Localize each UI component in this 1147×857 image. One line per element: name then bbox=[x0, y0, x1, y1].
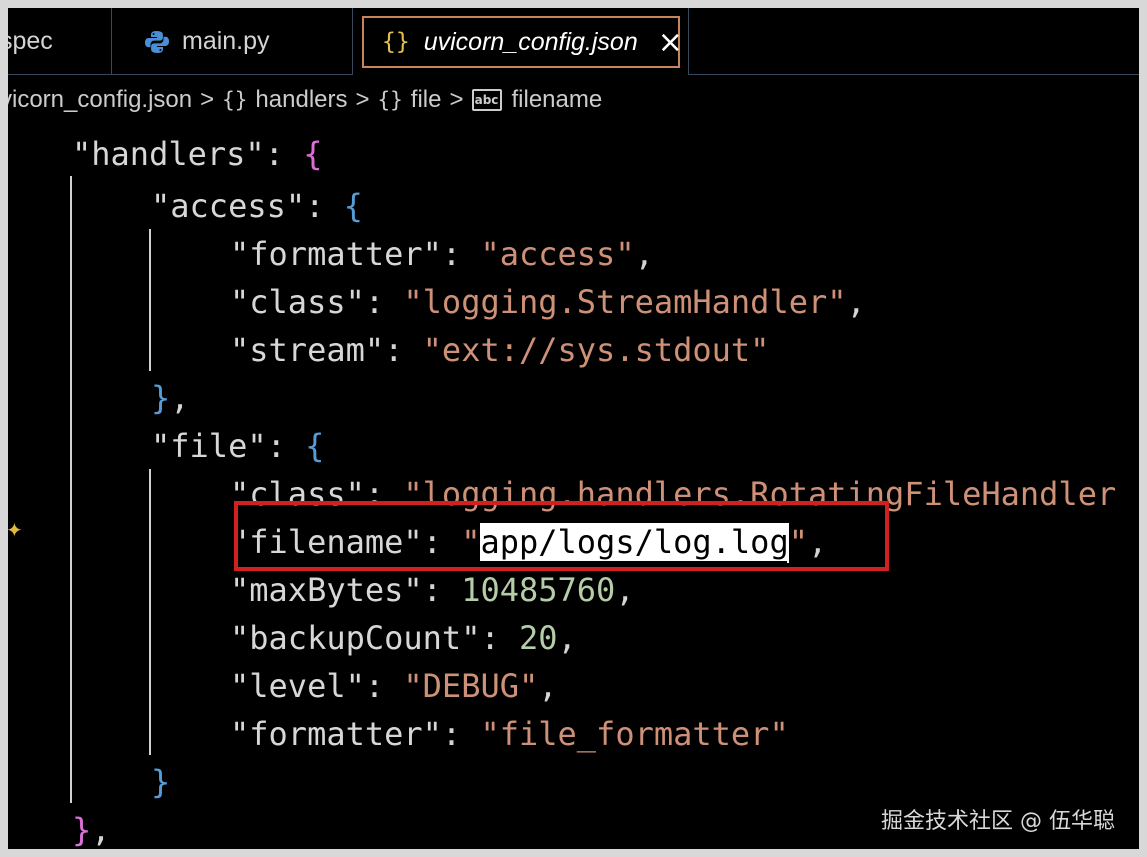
tab-bar: spec main.py {} uvicorn_config.json × bbox=[8, 8, 1139, 75]
code-line: "maxBytes": 10485760, bbox=[230, 571, 635, 609]
breadcrumb-filename[interactable]: filename bbox=[512, 86, 603, 114]
code-line: "stream": "ext://sys.stdout" bbox=[230, 331, 770, 369]
annotation-highlight-box bbox=[234, 501, 889, 571]
tab-spec[interactable]: spec bbox=[8, 8, 112, 75]
object-braces-icon: {} bbox=[377, 88, 403, 112]
editor-window: spec main.py {} uvicorn_config.json × vi… bbox=[8, 8, 1139, 849]
tab-main-py[interactable]: main.py bbox=[112, 8, 353, 75]
code-line: } bbox=[151, 763, 171, 801]
breadcrumb-file[interactable]: vicorn_config.json bbox=[8, 86, 192, 114]
tab-label: spec bbox=[8, 27, 53, 55]
tab-bar-divider bbox=[8, 74, 353, 75]
code-line: "handlers": { bbox=[72, 135, 323, 173]
json-braces-icon: {} bbox=[382, 29, 410, 55]
tab-label: uvicorn_config.json bbox=[423, 27, 638, 56]
code-line: }, bbox=[72, 811, 111, 849]
object-braces-icon: {} bbox=[222, 88, 248, 112]
indent-guide bbox=[149, 229, 151, 371]
tab-uvicorn-config-json[interactable]: {} uvicorn_config.json × bbox=[362, 16, 683, 68]
code-line: "formatter": "file_formatter" bbox=[230, 715, 789, 753]
string-property-icon: abc bbox=[471, 89, 502, 111]
indent-guide bbox=[149, 469, 151, 755]
watermark: 掘金技术社区 @ 伍华聪 bbox=[881, 809, 1115, 834]
breadcrumb: vicorn_config.json > {} handlers > {} fi… bbox=[8, 78, 1139, 122]
tab-bar-divider bbox=[689, 74, 1139, 75]
code-editor[interactable]: "handlers": { "access": { "formatter": "… bbox=[8, 123, 1139, 849]
chevron-right-icon: > bbox=[355, 86, 370, 113]
code-line: "level": "DEBUG", bbox=[230, 667, 558, 705]
indent-guide bbox=[70, 176, 72, 803]
breadcrumb-file-node[interactable]: file bbox=[411, 86, 442, 114]
code-line: "access": { bbox=[151, 187, 363, 225]
code-line: }, bbox=[151, 379, 190, 417]
code-line: "file": { bbox=[151, 427, 325, 465]
chevron-right-icon: > bbox=[200, 86, 215, 113]
python-icon bbox=[144, 29, 170, 55]
close-icon[interactable]: × bbox=[658, 25, 683, 60]
chevron-right-icon: > bbox=[449, 86, 464, 113]
code-line: "formatter": "access", bbox=[230, 235, 654, 273]
code-line: "class": "logging.StreamHandler", bbox=[230, 283, 866, 321]
breadcrumb-handlers[interactable]: handlers bbox=[255, 86, 347, 114]
sparkle-icon[interactable]: ✦ bbox=[8, 518, 23, 542]
code-line: "backupCount": 20, bbox=[230, 619, 577, 657]
tab-label: main.py bbox=[182, 27, 270, 55]
